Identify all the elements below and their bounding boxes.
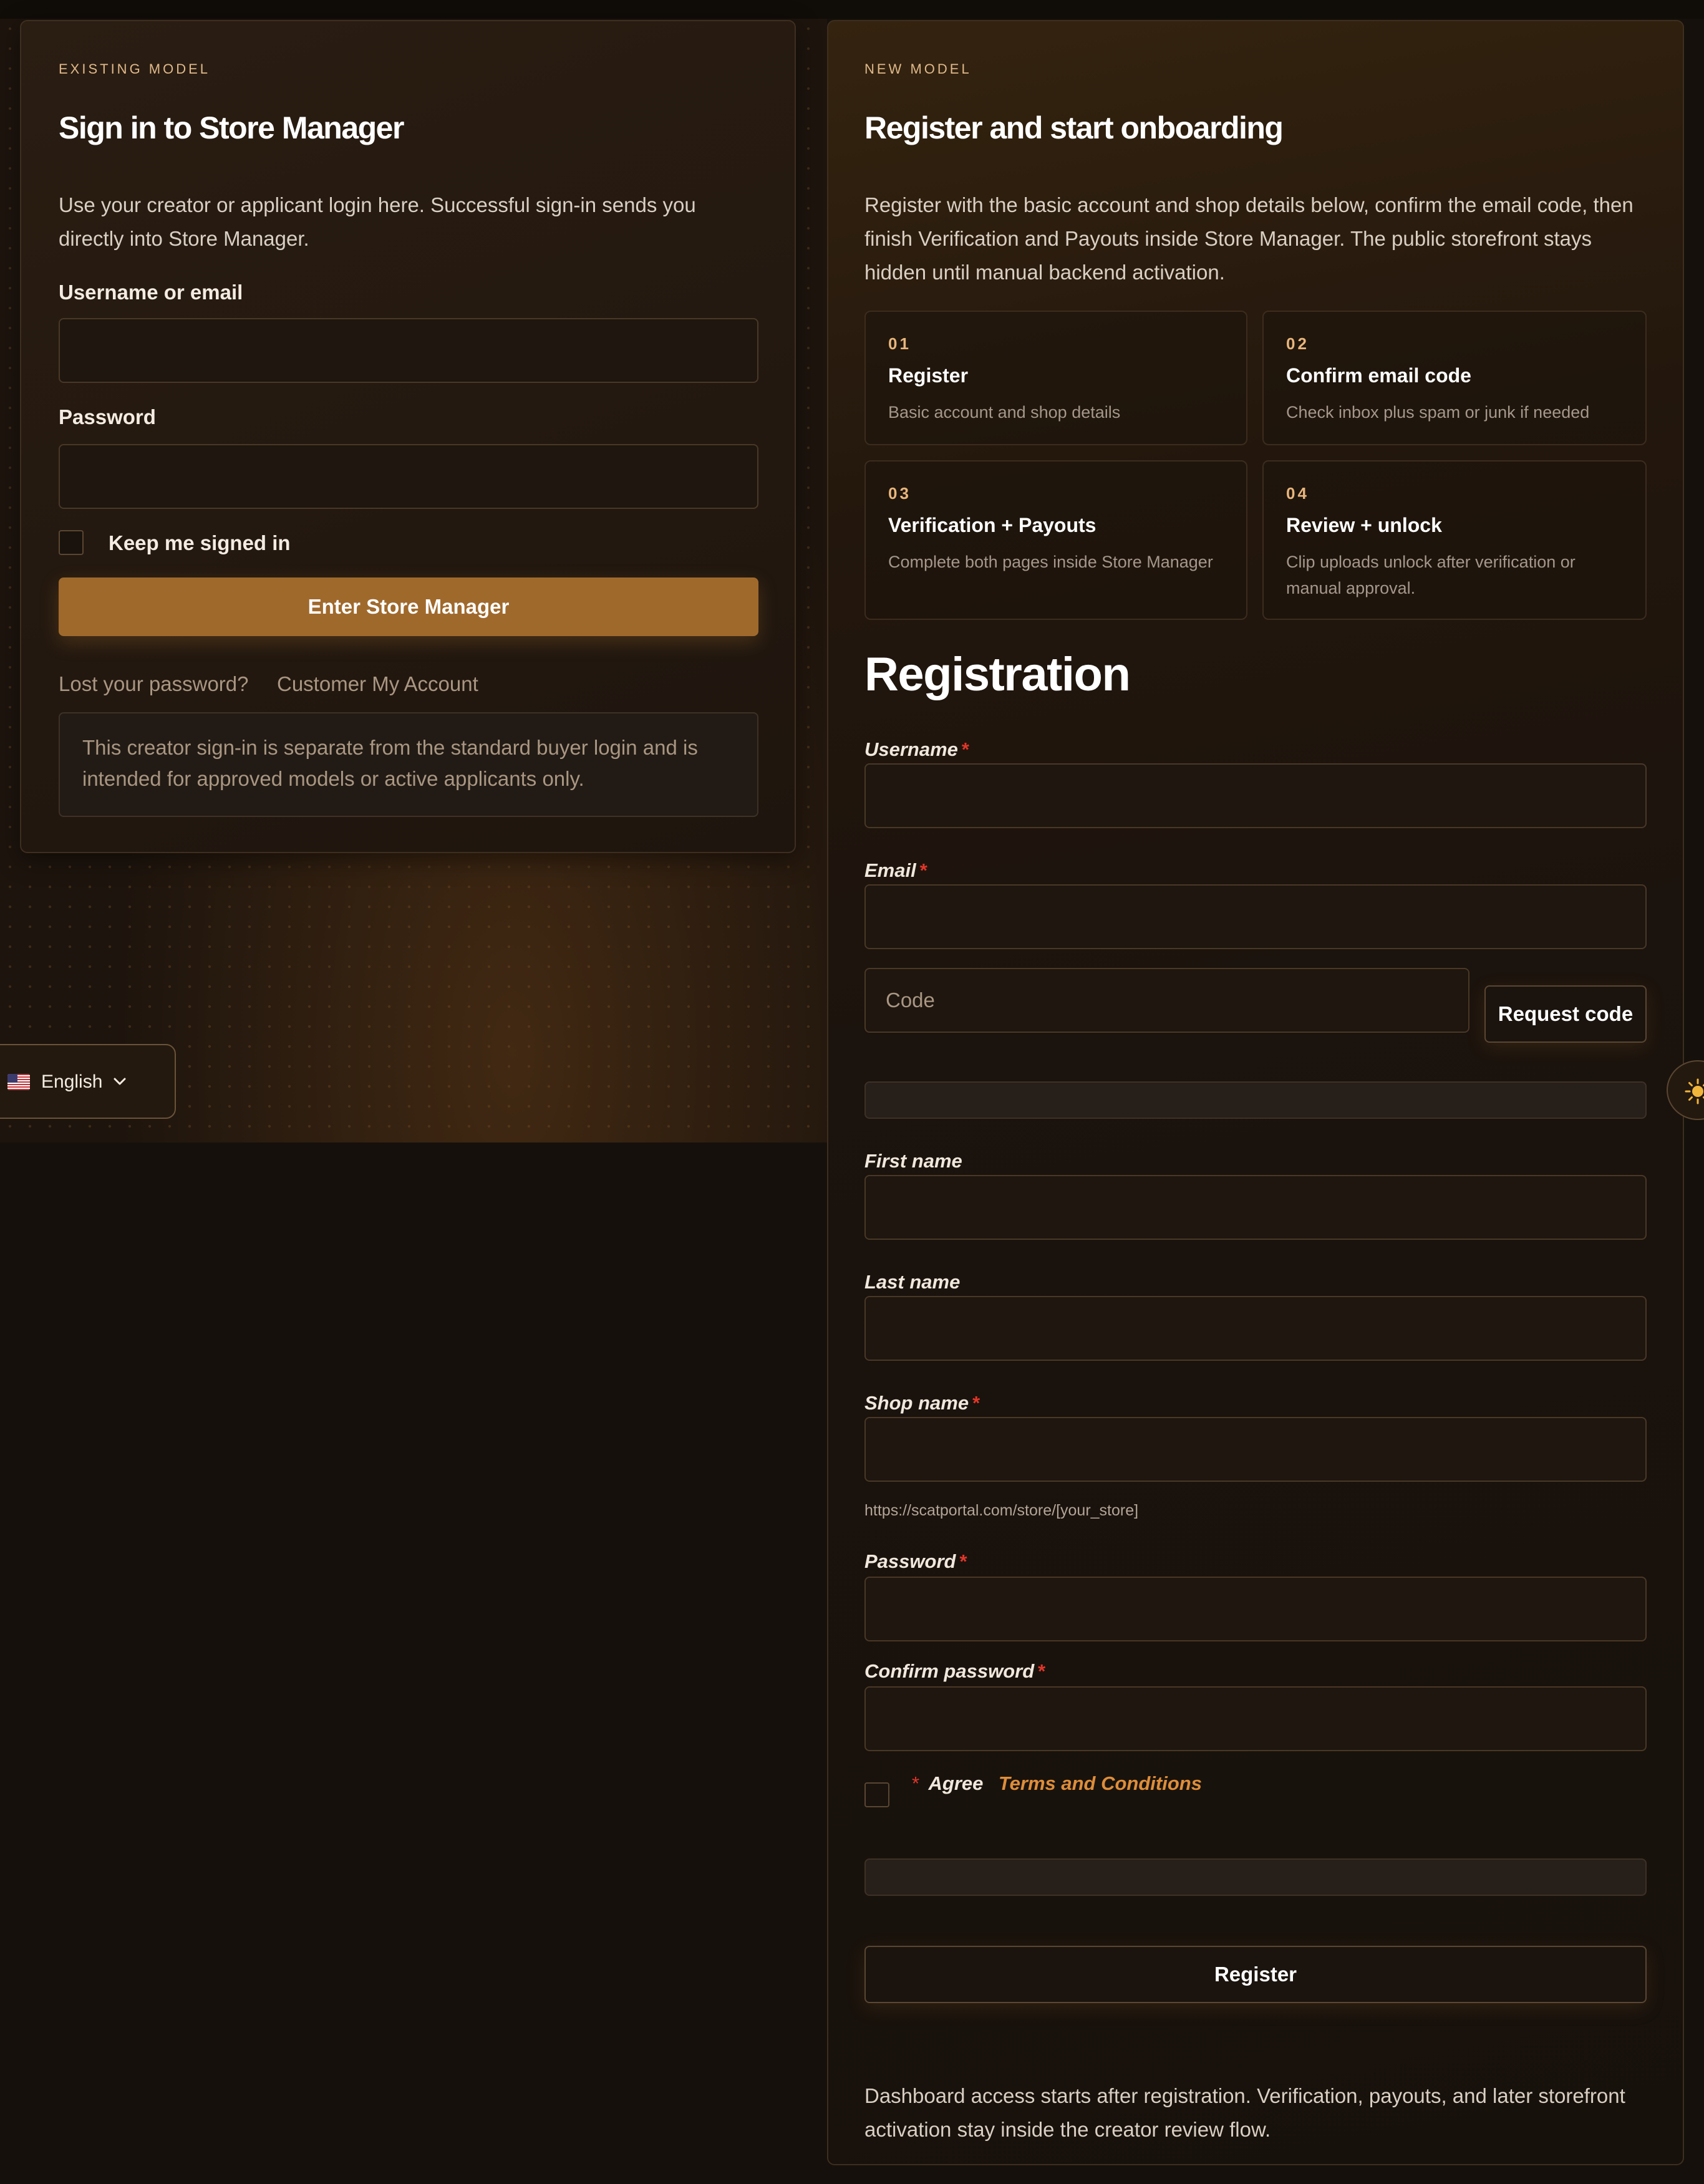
- required-mark: *: [972, 1392, 980, 1414]
- step-card-1: 01 Register Basic account and shop detai…: [864, 311, 1247, 445]
- agree-terms-row: * Agree Terms and Conditions: [912, 1772, 1202, 1795]
- username-input[interactable]: [60, 319, 757, 382]
- required-mark: *: [959, 1550, 967, 1572]
- last-name-input[interactable]: [866, 1297, 1645, 1360]
- sun-icon: [1684, 1078, 1704, 1108]
- confirm-password-label: Confirm password *: [864, 1660, 1045, 1683]
- keep-signed-in-label: Keep me signed in: [109, 531, 291, 554]
- required-mark: *: [961, 738, 969, 760]
- lost-password-link[interactable]: Lost your password?: [59, 672, 249, 696]
- reg-password-label: Password *: [864, 1550, 967, 1573]
- registration-footer-note: Dashboard access starts after registrati…: [864, 2084, 1625, 2141]
- agree-terms-checkbox[interactable]: [864, 1782, 889, 1807]
- shop-name-label: Shop name *: [864, 1392, 980, 1414]
- required-mark: *: [1038, 1660, 1046, 1682]
- request-code-button[interactable]: Request code: [1484, 985, 1647, 1043]
- first-name-label: First name: [864, 1150, 962, 1172]
- signin-notice: This creator sign-in is separate from th…: [59, 712, 758, 817]
- captcha-bar-secondary[interactable]: [864, 1858, 1647, 1896]
- captcha-bar[interactable]: [864, 1081, 1647, 1119]
- step-number: 04: [1286, 484, 1309, 503]
- step-card-4: 04 Review + unlock Clip uploads unlock a…: [1262, 460, 1647, 620]
- username-label: Username or email: [59, 281, 243, 304]
- register-card: NEW MODEL Register and start onboarding …: [827, 20, 1684, 2165]
- reg-username-label: Username *: [864, 738, 969, 761]
- signin-eyebrow: EXISTING MODEL: [59, 61, 211, 77]
- step-title: Register: [888, 364, 969, 387]
- email-code-input[interactable]: [866, 969, 1468, 1032]
- label-text: Confirm password: [864, 1660, 1035, 1682]
- top-bar: [0, 0, 1704, 19]
- step-description: Check inbox plus spam or junk if needed: [1286, 403, 1590, 422]
- step-description: Clip uploads unlock after verification o…: [1286, 553, 1576, 597]
- onboarding-description: Register with the basic account and shop…: [864, 193, 1634, 284]
- password-label: Password: [59, 405, 156, 428]
- shop-name-field[interactable]: [864, 1417, 1647, 1482]
- label-text: Email: [864, 859, 916, 881]
- terms-link[interactable]: Terms and Conditions: [999, 1772, 1202, 1794]
- language-selector[interactable]: English: [0, 1044, 176, 1119]
- reg-password-input[interactable]: [866, 1578, 1645, 1640]
- required-mark: *: [919, 859, 927, 881]
- confirm-password-field[interactable]: [864, 1686, 1647, 1751]
- reg-username-input[interactable]: [866, 765, 1645, 827]
- enter-store-manager-button[interactable]: Enter Store Manager: [59, 577, 758, 636]
- customer-account-link[interactable]: Customer My Account: [277, 672, 478, 696]
- step-title: Review + unlock: [1286, 514, 1442, 536]
- step-card-3: 03 Verification + Payouts Complete both …: [864, 460, 1247, 620]
- step-number: 03: [888, 484, 911, 503]
- password-input[interactable]: [60, 445, 757, 508]
- label-text: Username: [864, 738, 958, 760]
- agree-label: Agree: [928, 1772, 984, 1794]
- shop-name-input[interactable]: [866, 1418, 1645, 1481]
- step-card-2: 02 Confirm email code Check inbox plus s…: [1262, 311, 1647, 445]
- step-number: 02: [1286, 334, 1309, 353]
- last-name-label: Last name: [864, 1271, 961, 1293]
- chevron-down-icon: [111, 1073, 128, 1093]
- step-description: Complete both pages inside Store Manager: [888, 553, 1213, 571]
- keep-signed-in-checkbox[interactable]: [59, 530, 84, 555]
- last-name-field[interactable]: [864, 1296, 1647, 1361]
- onboarding-title: Register and start onboarding: [864, 110, 1284, 145]
- registration-heading: Registration: [864, 648, 1131, 701]
- first-name-input[interactable]: [866, 1176, 1645, 1239]
- step-number: 01: [888, 334, 911, 353]
- signin-title: Sign in to Store Manager: [59, 110, 404, 145]
- reg-email-label: Email *: [864, 859, 927, 882]
- reg-email-field[interactable]: [864, 884, 1647, 949]
- shop-url-hint: https://scatportal.com/store/[your_store…: [864, 1502, 1139, 1519]
- password-field[interactable]: [59, 444, 758, 509]
- confirm-password-input[interactable]: [866, 1688, 1645, 1750]
- email-code-field[interactable]: [864, 968, 1469, 1033]
- reg-username-field[interactable]: [864, 763, 1647, 828]
- label-text: Password: [864, 1550, 956, 1572]
- first-name-field[interactable]: [864, 1175, 1647, 1240]
- step-title: Verification + Payouts: [888, 514, 1096, 536]
- step-title: Confirm email code: [1286, 364, 1471, 387]
- required-mark: *: [912, 1772, 920, 1794]
- register-button[interactable]: Register: [864, 1946, 1647, 2003]
- reg-email-input[interactable]: [866, 886, 1645, 948]
- onboarding-eyebrow: NEW MODEL: [864, 61, 972, 77]
- username-field[interactable]: [59, 318, 758, 383]
- signin-card: EXISTING MODEL Sign in to Store Manager …: [20, 20, 796, 853]
- label-text: Shop name: [864, 1392, 969, 1414]
- reg-password-field[interactable]: [864, 1577, 1647, 1641]
- step-description: Basic account and shop details: [888, 403, 1121, 422]
- language-label: English: [41, 1071, 103, 1092]
- us-flag-icon: [7, 1074, 30, 1090]
- signin-description: Use your creator or applicant login here…: [59, 193, 696, 250]
